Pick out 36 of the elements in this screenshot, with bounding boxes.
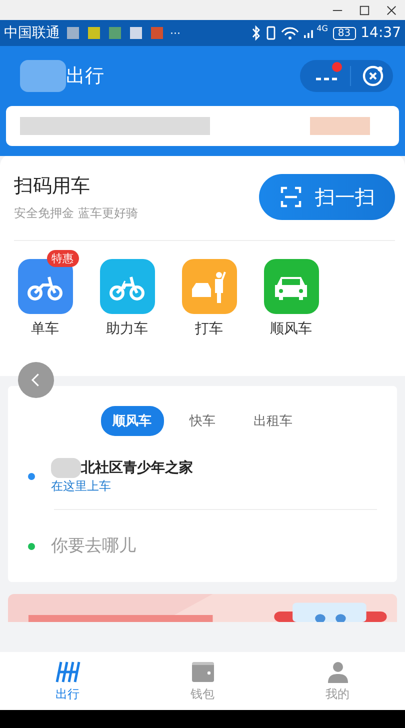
bluetooth-icon [250,25,261,41]
app-notification-icon [130,27,142,39]
wallet-icon [190,660,216,684]
vibrate-icon [266,25,276,41]
nav-tab[interactable]: 出行 [38,660,98,702]
pickup-dot [28,473,35,480]
ride-tab[interactable]: 顺风车 [100,406,164,436]
battery-level: 83 [332,26,356,40]
destination-field[interactable]: 你要去哪儿 [51,536,301,556]
carrier-name: 中国联通 [4,24,60,42]
maximize-icon[interactable] [359,4,370,16]
promo-badge: 特惠 [46,250,78,267]
page-title: 出行 [66,64,104,89]
more-indicator: ··· [170,26,180,40]
scan-title: 扫码用车 [14,174,91,198]
clock: 14:37 [360,25,401,41]
scan-button[interactable]: 扫一扫 [259,174,395,220]
nav-tab[interactable]: 我的 [308,660,368,702]
logo-icon [54,660,80,684]
app-notification-icon [67,27,79,39]
network-type: 4G [316,24,328,32]
app-notification-icon [88,27,100,39]
app-notification-icon [151,27,163,39]
wifi-icon [280,25,299,41]
scan-subtitle: 安全免押金 蓝车更好骑 [14,204,138,222]
ride-tab[interactable]: 快车 [178,406,228,436]
scan-icon [279,185,303,209]
pickup-hint: 在这里上车 [51,478,112,495]
pickup-location[interactable]: 北社区青少年之家 [81,459,193,477]
ride-tab[interactable]: 出租车 [242,406,304,436]
app-notification-icon [109,27,121,39]
close-icon[interactable] [386,4,397,16]
destination-dot [28,542,35,550]
blurred-logo [20,60,66,92]
blurred-text [51,458,81,478]
menu-capsule[interactable] [300,60,393,92]
